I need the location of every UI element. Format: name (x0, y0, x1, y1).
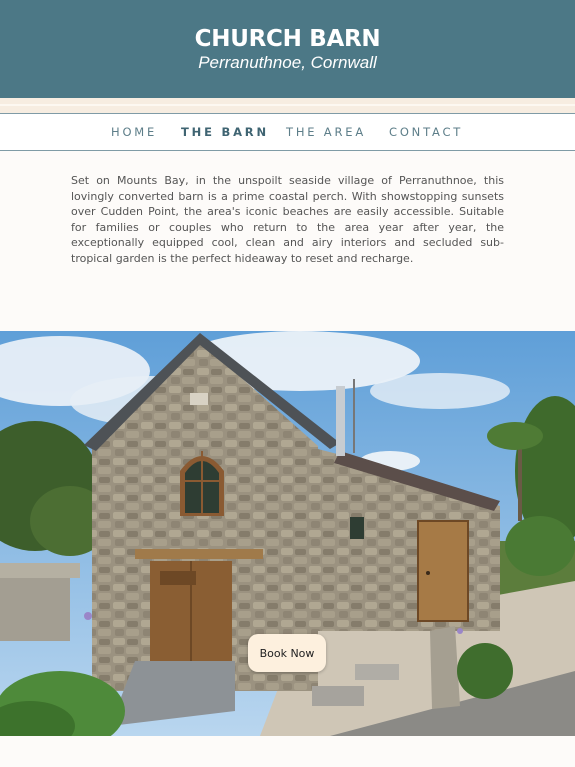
nav-item-the-barn[interactable]: THE BARN (181, 125, 269, 139)
nav-item-contact[interactable]: CONTACT (389, 125, 463, 139)
site-subtitle: Perranuthnoe, Cornwall (198, 53, 377, 72)
book-now-button[interactable]: Book Now (248, 634, 326, 672)
header-divider-line (0, 104, 575, 106)
intro-paragraph: Set on Mounts Bay, in the unspoilt seasi… (71, 174, 504, 265)
main-nav: HOME THE BARN THE AREA CONTACT (0, 113, 575, 151)
barn-photo (0, 331, 575, 736)
site-title: CHURCH BARN (194, 26, 381, 52)
nav-item-home[interactable]: HOME (111, 125, 157, 139)
site-header: CHURCH BARN Perranuthnoe, Cornwall (0, 0, 575, 98)
nav-item-the-area[interactable]: THE AREA (286, 125, 366, 139)
